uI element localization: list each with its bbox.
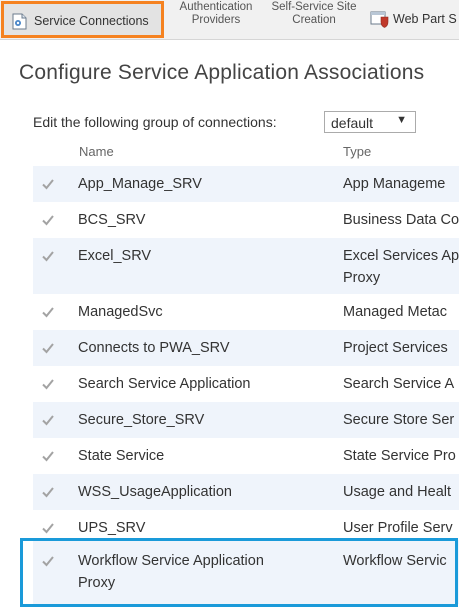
connection-name: ManagedSvc bbox=[78, 301, 163, 323]
auth-label-line2: Providers bbox=[191, 14, 241, 26]
connection-type-line: Proxy bbox=[343, 270, 381, 286]
connection-checkbox[interactable] bbox=[41, 377, 55, 391]
connection-type: Managed Metac bbox=[343, 301, 459, 323]
authentication-providers-button[interactable]: Authentication Providers bbox=[171, 1, 261, 39]
column-header-type: Type bbox=[343, 144, 372, 159]
checkmark-icon bbox=[42, 523, 54, 534]
connection-checkbox[interactable] bbox=[41, 177, 55, 191]
connection-name: BCS_SRV bbox=[78, 209, 145, 231]
checkmark-icon bbox=[42, 379, 54, 390]
connection-checkbox[interactable] bbox=[41, 305, 55, 319]
connection-name: Excel_SRV bbox=[78, 245, 151, 267]
connection-name-line: Secure_Store_SRV bbox=[78, 412, 205, 428]
connection-row: Search Service Application Search Service… bbox=[33, 366, 459, 402]
connection-group-value: default bbox=[331, 115, 374, 131]
connection-type: Usage and Healt bbox=[343, 481, 459, 503]
connection-row: Excel_SRV Excel Services Ap Proxy bbox=[33, 238, 459, 294]
connection-name-line: Excel_SRV bbox=[78, 248, 152, 264]
checkmark-icon bbox=[42, 451, 54, 462]
connection-type-line: Secure Store Ser bbox=[343, 412, 455, 428]
checkmark-icon bbox=[42, 487, 54, 498]
ribbon: Service Connections Authentication Provi… bbox=[0, 0, 459, 40]
connection-type: Project Services bbox=[343, 337, 459, 359]
connection-type-line: User Profile Serv bbox=[343, 520, 453, 536]
connection-name-line: BCS_SRV bbox=[78, 212, 146, 228]
checkmark-icon bbox=[42, 307, 54, 318]
connection-row: ManagedSvc Managed Metac bbox=[33, 294, 459, 330]
checkmark-icon bbox=[42, 251, 54, 262]
connection-type: Excel Services Ap Proxy bbox=[343, 245, 459, 289]
connection-row: BCS_SRV Business Data Co bbox=[33, 202, 459, 238]
connection-row: UPS_SRV User Profile Serv bbox=[33, 510, 459, 540]
connection-type-line: State Service Pro bbox=[343, 448, 456, 464]
page-title: Configure Service Application Associatio… bbox=[19, 61, 425, 84]
connection-type: User Profile Serv bbox=[343, 517, 459, 539]
connection-checkbox[interactable] bbox=[41, 249, 55, 263]
connection-type-line: Search Service A bbox=[343, 376, 455, 392]
web-part-security-button[interactable]: Web Part S bbox=[366, 0, 459, 38]
connection-row: Connects to PWA_SRV Project Services bbox=[33, 330, 459, 366]
connection-name: State Service bbox=[78, 445, 164, 467]
connection-type-line: Managed Metac bbox=[343, 304, 447, 320]
web-part-label: Web Part S bbox=[393, 12, 457, 26]
connection-checkbox[interactable] bbox=[41, 521, 55, 535]
connection-name: UPS_SRV bbox=[78, 517, 145, 539]
ssc-label-line1: Self-Service Site bbox=[271, 1, 357, 13]
connection-checkbox[interactable] bbox=[41, 485, 55, 499]
connection-checkbox[interactable] bbox=[41, 449, 55, 463]
connection-row: State Service State Service Pro bbox=[33, 438, 459, 474]
checkmark-icon bbox=[42, 179, 54, 190]
connection-type: State Service Pro bbox=[343, 445, 459, 467]
connection-name-line: App_Manage_SRV bbox=[78, 176, 202, 192]
self-service-site-creation-button[interactable]: Self-Service Site Creation bbox=[266, 1, 362, 39]
connection-name: Connects to PWA_SRV bbox=[78, 337, 230, 359]
connection-type-line: Business Data Co bbox=[343, 212, 459, 228]
connection-checkbox[interactable] bbox=[41, 413, 55, 427]
highlight-outline bbox=[20, 538, 458, 607]
connection-type-line: Excel Services Ap bbox=[343, 248, 459, 264]
connection-type: Business Data Co bbox=[343, 209, 459, 231]
connection-name-line: WSS_UsageApplication bbox=[78, 484, 232, 500]
connection-name-line: UPS_SRV bbox=[78, 520, 146, 536]
connection-name-line: ManagedSvc bbox=[78, 304, 163, 320]
auth-label-line1: Authentication bbox=[179, 1, 253, 13]
connection-name-line: Connects to PWA_SRV bbox=[78, 340, 230, 356]
service-connections-button[interactable]: Service Connections bbox=[1, 1, 164, 38]
edit-group-label: Edit the following group of connections: bbox=[33, 114, 277, 130]
service-connections-icon bbox=[12, 13, 27, 30]
connection-name: Secure_Store_SRV bbox=[78, 409, 204, 431]
connection-name-line: Search Service Application bbox=[78, 376, 251, 392]
connection-name: Search Service Application bbox=[78, 373, 251, 395]
dropdown-arrow-icon: ▼ bbox=[396, 114, 407, 126]
connection-row: App_Manage_SRV App Manageme bbox=[33, 166, 459, 202]
connection-row: WSS_UsageApplication Usage and Healt bbox=[33, 474, 459, 510]
web-part-shield-icon bbox=[370, 11, 390, 28]
checkmark-icon bbox=[42, 343, 54, 354]
connection-name-line: State Service bbox=[78, 448, 165, 464]
connection-type-line: Usage and Healt bbox=[343, 484, 452, 500]
connection-row: Secure_Store_SRV Secure Store Ser bbox=[33, 402, 459, 438]
connection-name: App_Manage_SRV bbox=[78, 173, 202, 195]
service-connections-label: Service Connections bbox=[34, 14, 149, 28]
ssc-label-line2: Creation bbox=[292, 14, 336, 26]
checkmark-icon bbox=[42, 415, 54, 426]
connection-checkbox[interactable] bbox=[41, 341, 55, 355]
connection-name: WSS_UsageApplication bbox=[78, 481, 232, 503]
checkmark-icon bbox=[42, 215, 54, 226]
connection-type: Secure Store Ser bbox=[343, 409, 459, 431]
connection-type: Search Service A bbox=[343, 373, 459, 395]
connection-group-select[interactable]: default ▼ bbox=[324, 111, 416, 133]
connection-checkbox[interactable] bbox=[41, 213, 55, 227]
connection-type-line: App Manageme bbox=[343, 176, 446, 192]
connection-type-line: Project Services bbox=[343, 340, 448, 356]
column-header-name: Name bbox=[79, 144, 114, 159]
connection-type: App Manageme bbox=[343, 173, 459, 195]
